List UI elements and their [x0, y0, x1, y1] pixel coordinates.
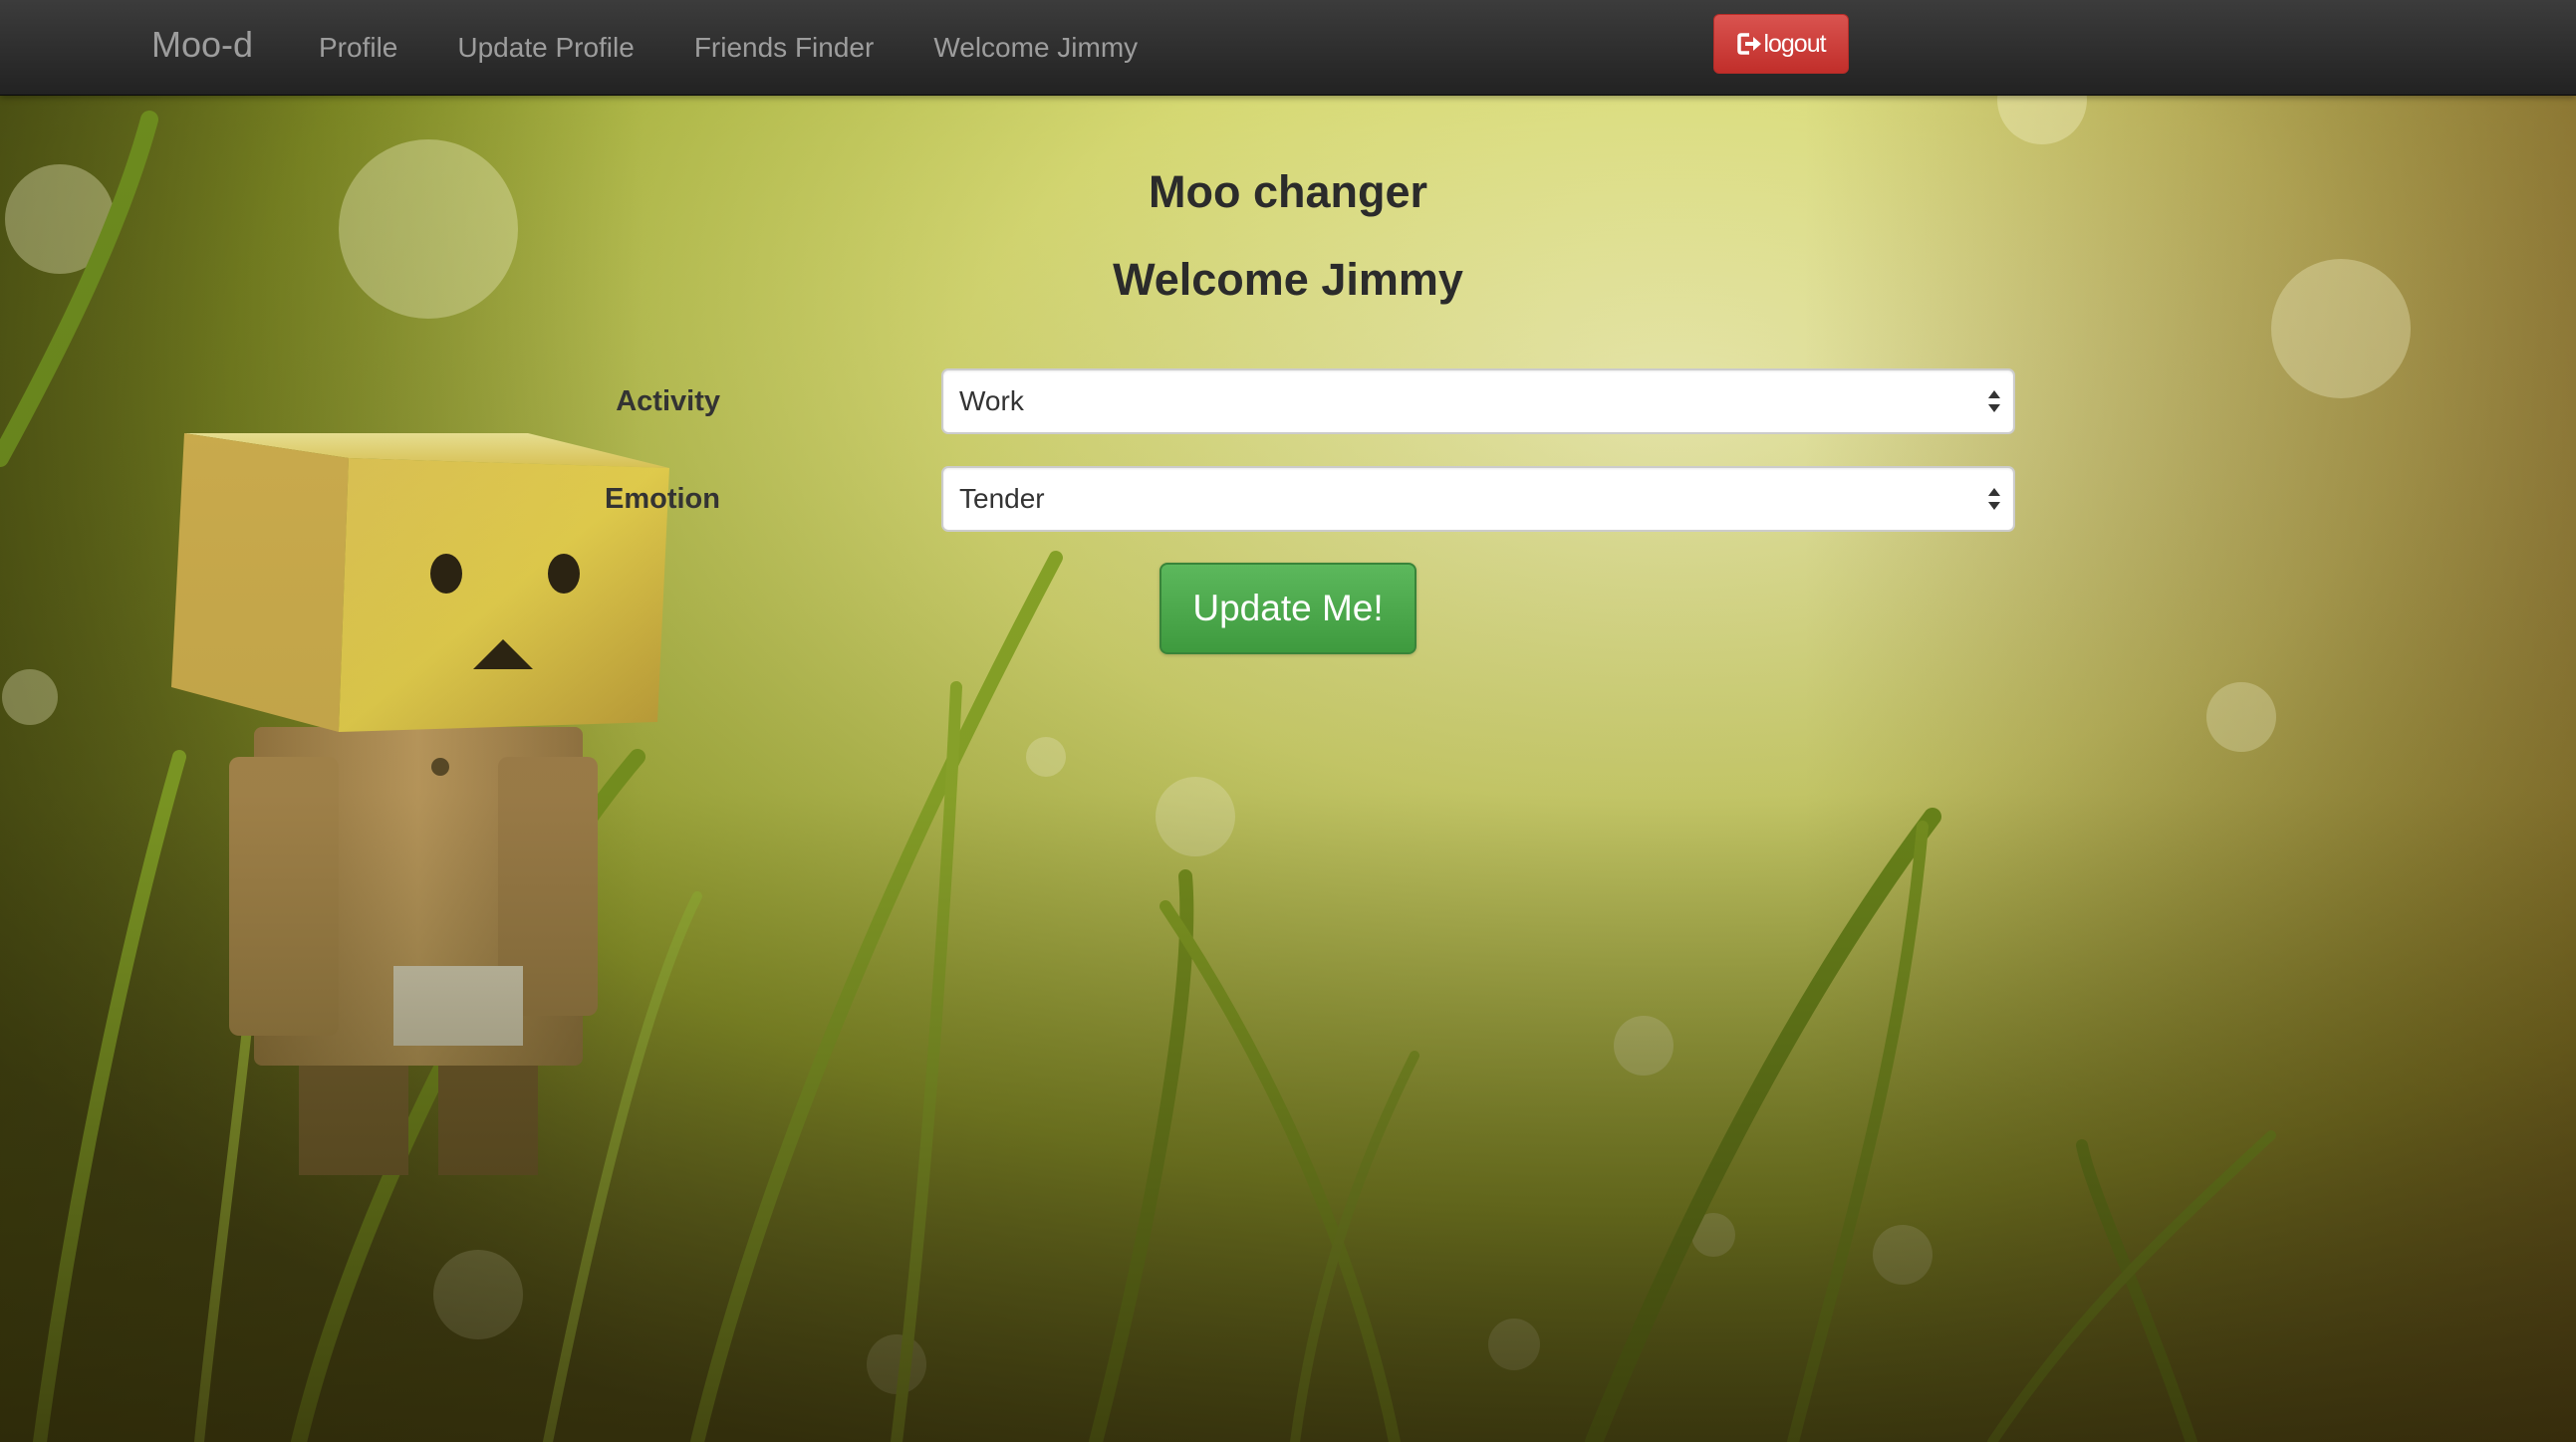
nav-item-update-profile: Update Profile: [457, 32, 634, 64]
nav-links: Profile Update Profile Friends Finder We…: [319, 0, 1197, 95]
emotion-label: Emotion: [605, 483, 720, 515]
nav-item-welcome: Welcome Jimmy: [933, 32, 1138, 64]
brand-link[interactable]: Moo-d: [151, 0, 253, 95]
logout-button[interactable]: logout: [1713, 14, 1849, 74]
logout-label: logout: [1763, 29, 1826, 58]
update-me-button[interactable]: Update Me!: [1159, 563, 1417, 654]
select-arrows-icon: [1988, 390, 2000, 412]
activity-label: Activity: [616, 385, 720, 417]
page-title: Moo changer: [1148, 166, 1428, 217]
nav-link-profile[interactable]: Profile: [319, 32, 397, 63]
select-arrows-icon: [1988, 488, 2000, 510]
nav-link-update-profile[interactable]: Update Profile: [457, 32, 634, 63]
log-out-icon: [1736, 32, 1762, 56]
nav-item-profile: Profile: [319, 32, 397, 64]
nav-link-welcome[interactable]: Welcome Jimmy: [933, 32, 1138, 63]
activity-selected-value: Work: [959, 385, 1024, 416]
activity-row: Activity Work: [616, 368, 2017, 434]
emotion-select[interactable]: Tender: [941, 466, 2015, 532]
nav-item-friends-finder: Friends Finder: [694, 32, 875, 64]
nav-link-friends-finder[interactable]: Friends Finder: [694, 32, 875, 63]
emotion-selected-value: Tender: [959, 483, 1045, 514]
top-navbar: Moo-d Profile Update Profile Friends Fin…: [0, 0, 2576, 96]
activity-select[interactable]: Work: [941, 368, 2015, 434]
welcome-heading: Welcome Jimmy: [1113, 254, 1463, 305]
emotion-row: Emotion Tender: [605, 466, 2017, 532]
